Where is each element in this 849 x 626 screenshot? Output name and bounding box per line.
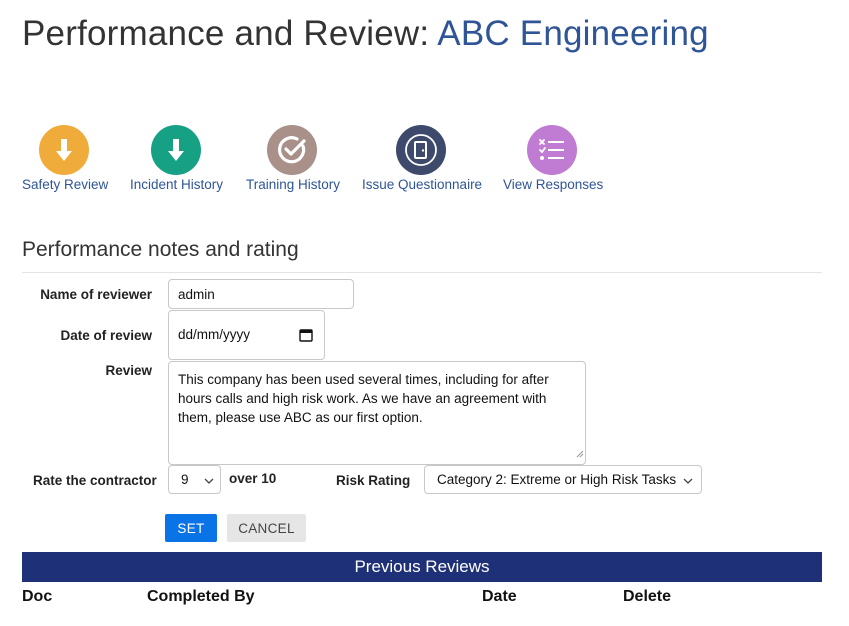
column-header-date: Date (482, 588, 517, 605)
safety-review-label: Safety Review (22, 177, 109, 192)
page-title: Performance and Review: ABC Engineering (22, 14, 709, 54)
review-textarea[interactable]: This company has been used several times… (168, 361, 586, 465)
section-divider (22, 272, 822, 273)
action-bar: Safety Review Incident History Training … (22, 125, 642, 195)
rating-select-value: 9 (181, 472, 189, 487)
arrow-down-icon (39, 125, 89, 175)
risk-rating-select[interactable]: Category 2: Extreme or High Risk Tasks (424, 465, 702, 494)
reviewer-name-label: Name of reviewer (40, 287, 152, 302)
review-text: This company has been used several times… (178, 372, 549, 425)
issue-questionnaire-label: Issue Questionnaire (362, 177, 483, 192)
check-circle-icon (267, 125, 317, 175)
review-date-placeholder: dd/mm/yyyy (178, 327, 251, 342)
reviewer-name-input[interactable]: admin (168, 279, 354, 309)
checklist-icon (527, 125, 577, 175)
review-date-label: Date of review (60, 328, 152, 343)
risk-rating-label: Risk Rating (336, 473, 411, 488)
chevron-down-icon (683, 472, 693, 487)
issue-questionnaire-button[interactable]: Issue Questionnaire (362, 125, 483, 192)
review-date-input[interactable]: dd/mm/yyyy (168, 310, 325, 360)
previous-reviews-header: Previous Reviews (22, 552, 822, 582)
arrow-down-icon (151, 125, 201, 175)
view-responses-button[interactable]: View Responses (503, 125, 604, 192)
column-header-delete: Delete (623, 588, 672, 605)
reviewer-name-value: admin (178, 287, 215, 302)
company-name: ABC Engineering (437, 14, 709, 53)
door-icon (396, 125, 446, 175)
risk-rating-value: Category 2: Extreme or High Risk Tasks (437, 472, 677, 487)
calendar-icon[interactable] (299, 328, 313, 345)
column-header-doc: Doc (22, 588, 53, 605)
cancel-button[interactable]: CANCEL (227, 514, 306, 542)
incident-history-button[interactable]: Incident History (130, 125, 224, 192)
column-header-completed-by: Completed By (147, 588, 255, 605)
set-button[interactable]: SET (165, 514, 217, 542)
rating-select[interactable]: 9 (168, 465, 221, 494)
rating-scale-label: over 10 (229, 471, 277, 486)
page-title-prefix: Performance and Review: (22, 14, 430, 53)
training-history-button[interactable]: Training History (246, 125, 341, 192)
incident-history-label: Incident History (130, 177, 224, 192)
section-title: Performance notes and rating (22, 238, 299, 261)
safety-review-button[interactable]: Safety Review (22, 125, 109, 192)
chevron-down-icon (204, 472, 214, 487)
view-responses-label: View Responses (503, 177, 604, 192)
rate-contractor-label: Rate the contractor (33, 473, 157, 488)
resize-handle-icon[interactable] (575, 444, 584, 463)
training-history-label: Training History (246, 177, 341, 192)
review-label: Review (105, 363, 152, 378)
